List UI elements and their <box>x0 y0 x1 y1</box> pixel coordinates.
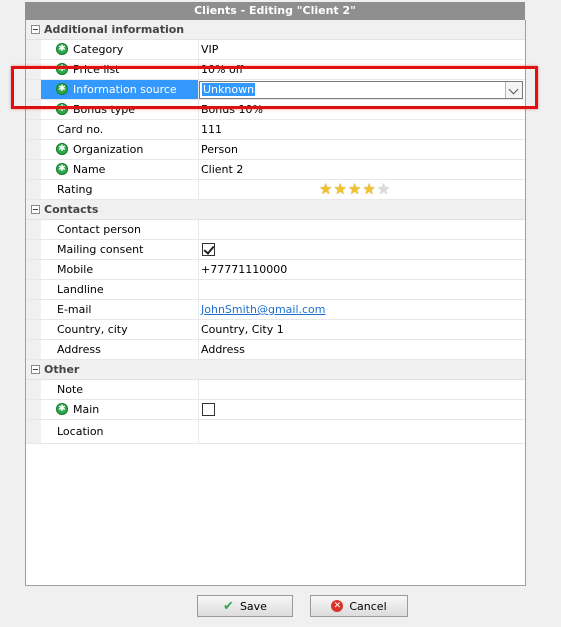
property-grid: Additional information ✱ Category VIP ✱ … <box>26 20 525 444</box>
required-icon: ✱ <box>56 143 68 155</box>
row-main[interactable]: ✱ Main <box>26 400 525 420</box>
row-label: Note <box>41 380 199 399</box>
cancel-icon: ✕ <box>331 600 344 612</box>
rating-stars[interactable]: ★★★★★ <box>319 181 391 197</box>
cancel-label: Cancel <box>349 599 387 613</box>
row-mobile[interactable]: Mobile +77771110000 <box>26 260 525 280</box>
row-location[interactable]: Location <box>26 420 525 444</box>
row-label: Mailing consent <box>41 240 199 259</box>
row-address[interactable]: Address Address <box>26 340 525 360</box>
main-value[interactable] <box>199 400 525 419</box>
row-bonus-type[interactable]: ✱ Bonus type Bonus 10% <box>26 100 525 120</box>
row-label: Location <box>41 420 199 443</box>
mobile-value[interactable]: +77771110000 <box>199 260 525 279</box>
row-label: ✱ Main <box>41 400 199 419</box>
required-icon: ✱ <box>56 163 68 175</box>
row-label: Address <box>41 340 199 359</box>
section-other[interactable]: Other <box>26 360 525 380</box>
row-email[interactable]: E-mail JohnSmith@gmail.com <box>26 300 525 320</box>
mailing-consent-value[interactable] <box>199 240 525 259</box>
row-label: ✱ Name <box>41 160 199 179</box>
price-list-value[interactable]: 10% off <box>199 60 525 79</box>
row-label: E-mail <box>41 300 199 319</box>
row-label: ✱ Bonus type <box>41 100 199 119</box>
combobox-text[interactable]: Unknown <box>202 83 256 96</box>
information-source-combobox[interactable]: Unknown <box>199 81 523 99</box>
row-label: ✱ Category <box>41 40 199 59</box>
star-icon[interactable]: ★ <box>319 181 332 197</box>
chevron-down-icon[interactable] <box>505 82 522 98</box>
star-icon[interactable]: ★ <box>377 181 390 197</box>
main-checkbox[interactable] <box>202 403 215 416</box>
row-label: ✱ Price list <box>41 60 199 79</box>
contact-person-value[interactable] <box>199 220 525 239</box>
row-name[interactable]: ✱ Name Client 2 <box>26 160 525 180</box>
row-label: Mobile <box>41 260 199 279</box>
row-country-city[interactable]: Country, city Country, City 1 <box>26 320 525 340</box>
required-icon: ✱ <box>56 43 68 55</box>
row-label: ✱ Information source <box>41 80 199 99</box>
star-icon[interactable]: ★ <box>348 181 361 197</box>
collapse-icon[interactable] <box>31 205 40 214</box>
cancel-button[interactable]: ✕ Cancel <box>310 595 408 617</box>
country-city-value[interactable]: Country, City 1 <box>199 320 525 339</box>
section-title: Contacts <box>44 203 99 216</box>
address-value[interactable]: Address <box>199 340 525 359</box>
save-button[interactable]: ✔ Save <box>197 595 293 617</box>
collapse-icon[interactable] <box>31 25 40 34</box>
row-contact-person[interactable]: Contact person <box>26 220 525 240</box>
star-icon[interactable]: ★ <box>362 181 375 197</box>
row-mailing-consent[interactable]: Mailing consent <box>26 240 525 260</box>
row-information-source[interactable]: ✱ Information source Unknown <box>26 80 525 100</box>
email-link[interactable]: JohnSmith@gmail.com <box>201 303 326 316</box>
collapse-icon[interactable] <box>31 365 40 374</box>
save-label: Save <box>239 599 267 613</box>
row-label: Card no. <box>41 120 199 139</box>
section-title: Additional information <box>44 23 185 36</box>
row-note[interactable]: Note <box>26 380 525 400</box>
row-label: ✱ Organization <box>41 140 199 159</box>
category-value[interactable]: VIP <box>199 40 525 59</box>
card-no-value[interactable]: 111 <box>199 120 525 139</box>
star-icon[interactable]: ★ <box>333 181 346 197</box>
checkmark-icon: ✔ <box>223 598 234 614</box>
section-contacts[interactable]: Contacts <box>26 200 525 220</box>
row-rating[interactable]: Rating ★★★★★ <box>26 180 525 200</box>
location-value[interactable] <box>199 420 525 443</box>
section-title: Other <box>44 363 80 376</box>
name-value[interactable]: Client 2 <box>199 160 525 179</box>
row-label: Contact person <box>41 220 199 239</box>
row-organization[interactable]: ✱ Organization Person <box>26 140 525 160</box>
property-grid-panel: Additional information ✱ Category VIP ✱ … <box>25 20 526 586</box>
bonus-type-value[interactable]: Bonus 10% <box>199 100 525 119</box>
window-title: Clients - Editing "Client 2" <box>25 2 525 20</box>
rating-value[interactable]: ★★★★★ <box>199 180 525 199</box>
email-value[interactable]: JohnSmith@gmail.com <box>199 300 525 319</box>
row-card-no[interactable]: Card no. 111 <box>26 120 525 140</box>
landline-value[interactable] <box>199 280 525 299</box>
organization-value[interactable]: Person <box>199 140 525 159</box>
required-icon: ✱ <box>56 403 68 415</box>
row-landline[interactable]: Landline <box>26 280 525 300</box>
mailing-consent-checkbox[interactable] <box>202 243 215 256</box>
section-additional-information[interactable]: Additional information <box>26 20 525 40</box>
note-value[interactable] <box>199 380 525 399</box>
row-price-list[interactable]: ✱ Price list 10% off <box>26 60 525 80</box>
row-label: Rating <box>41 180 199 199</box>
row-category[interactable]: ✱ Category VIP <box>26 40 525 60</box>
row-label: Country, city <box>41 320 199 339</box>
required-icon: ✱ <box>56 63 68 75</box>
row-label: Landline <box>41 280 199 299</box>
required-icon: ✱ <box>56 103 68 115</box>
information-source-value[interactable]: Unknown <box>199 80 525 99</box>
required-icon: ✱ <box>56 83 68 95</box>
